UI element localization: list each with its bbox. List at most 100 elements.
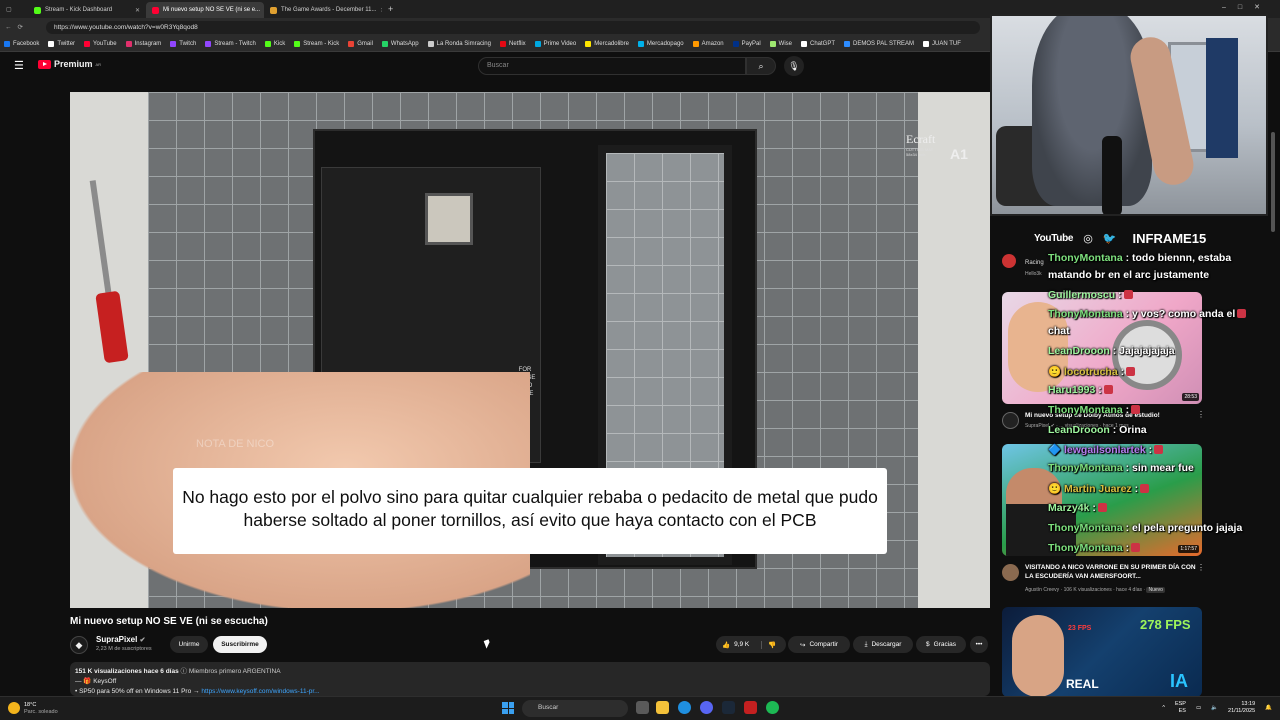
video-player[interactable]: Ecraft CUTTING MAT 58x34 inch A1 FOR THO… — [70, 92, 990, 608]
dislike-icon[interactable]: 👎 — [761, 640, 776, 649]
chat-text: : todo biennn, estaba — [1122, 252, 1232, 264]
bookmark-item[interactable]: ChatGPT — [801, 40, 835, 47]
logo-country: AR — [95, 61, 102, 67]
task-view-icon[interactable] — [636, 701, 649, 714]
bookmark-label: WhatsApp — [390, 40, 419, 47]
bookmark-item[interactable]: JUAN TUF — [923, 40, 961, 47]
language-indicator[interactable]: ESP ES — [1175, 701, 1186, 715]
download-icon: ⤓ — [864, 640, 868, 648]
new-tab-icon[interactable]: + — [382, 4, 393, 14]
close-tab-icon[interactable]: ✕ — [135, 7, 140, 14]
chat-text: : — [1115, 289, 1122, 301]
bookmark-item[interactable]: Gmail — [348, 40, 373, 47]
notifications-icon[interactable]: 🔔 — [1265, 705, 1272, 711]
bookmark-label: Twitch — [179, 40, 197, 47]
bookmark-item[interactable]: Prime Video — [534, 40, 576, 47]
bookmark-item[interactable]: Facebook — [4, 40, 39, 47]
chat-message: LeanDrooon : Jajajajajaja — [1048, 345, 1175, 357]
like-count[interactable]: 9,9 K — [734, 641, 749, 648]
bookmark-label: Twitter — [57, 40, 76, 47]
page-scrollbar[interactable] — [1270, 52, 1276, 694]
taskbar-search[interactable]: Buscar — [522, 700, 628, 717]
verified-icon: ✔ — [139, 637, 146, 644]
network-icon[interactable]: ▭ — [1196, 705, 1201, 711]
file-explorer-icon[interactable] — [656, 701, 669, 714]
bookmark-label: Mercadopago — [646, 40, 684, 47]
emote-icon — [1140, 484, 1150, 493]
bookmark-item[interactable]: Netflix — [499, 40, 526, 47]
steam-icon[interactable] — [722, 701, 735, 714]
navigation-icons[interactable]: ←⟳ — [0, 23, 46, 31]
more-actions-button[interactable]: ••• — [970, 636, 988, 653]
bookmark-favicon-icon — [264, 40, 271, 47]
tab-game-awards[interactable]: The Game Awards - December 11... ✕ — [264, 2, 382, 18]
weather-widget[interactable]: 18°C Parc. soleado — [8, 702, 58, 716]
bookmark-item[interactable]: Stream - Twitch — [205, 40, 256, 47]
start-button[interactable] — [502, 702, 514, 714]
chat-username: 🙂 locotrucha — [1048, 366, 1118, 378]
thanks-button[interactable]: $ Gracias — [916, 636, 966, 653]
chat-username: Haru1993 — [1048, 384, 1096, 396]
bookmark-label: Amazon — [701, 40, 724, 47]
bookmark-item[interactable]: DEMOS PAL STREAM — [844, 40, 914, 47]
bookmark-label: Instagram — [134, 40, 162, 47]
discord-icon[interactable] — [700, 701, 713, 714]
bookmark-item[interactable]: WhatsApp — [381, 40, 419, 47]
bookmark-favicon-icon — [801, 40, 807, 47]
channel-name[interactable]: SupraPixel ✔ — [96, 635, 145, 644]
url-field[interactable]: https://www.youtube.com/watch?v=w0R3Yq8q… — [46, 20, 980, 34]
window-controls[interactable]: –□✕ — [1222, 3, 1272, 11]
youtube-favicon-icon — [152, 6, 159, 14]
tab-actions-icon[interactable]: ▢ — [0, 6, 28, 13]
search-button[interactable]: ⌕ — [746, 57, 776, 75]
volume-icon[interactable]: 🔈 — [1211, 705, 1218, 711]
bookmark-favicon-icon — [637, 40, 644, 47]
bookmark-item[interactable]: Mercadolibre — [585, 40, 629, 47]
bookmark-item[interactable]: Instagram — [125, 40, 162, 47]
subscribe-button[interactable]: Suscribirme — [213, 636, 267, 653]
stream-chat-overlay: ThonyMontana : todo biennn, estaba matand… — [1048, 252, 1274, 692]
bookmark-item[interactable]: Mercadopago — [637, 40, 684, 47]
edge-browser-icon[interactable] — [678, 701, 691, 714]
channel-avatar[interactable] — [1002, 254, 1016, 268]
chat-text: chat — [1048, 325, 1070, 337]
screwdriver-shaft — [89, 180, 113, 300]
chat-text: : — [1089, 502, 1096, 514]
tray-overflow-icon[interactable]: ^ — [1162, 705, 1165, 711]
bookmark-favicon-icon — [499, 40, 506, 47]
racing-app-icon[interactable] — [744, 701, 757, 714]
lang-region: ES — [1178, 708, 1186, 714]
bookmark-item[interactable]: YouTube — [84, 40, 117, 47]
spotify-icon[interactable] — [766, 701, 779, 714]
bookmark-item[interactable]: Stream - Kick — [294, 40, 339, 47]
video-subtitle: No hago esto por el polvo sino para quit… — [173, 468, 887, 554]
tab-kick-dashboard[interactable]: Stream - Kick Dashboard ✕ — [28, 2, 146, 18]
channel-avatar[interactable] — [1002, 412, 1019, 429]
bookmark-item[interactable]: Twitter — [48, 40, 76, 47]
search-input[interactable]: Buscar — [478, 57, 746, 75]
tab-youtube-video[interactable]: Mi nuevo setup NO SE VE (ni se e... ✕ — [146, 2, 264, 18]
share-button[interactable]: ↪ Compartir — [788, 636, 850, 653]
hamburger-menu-icon[interactable]: ☰ — [14, 59, 25, 72]
scrollbar-thumb[interactable] — [1271, 132, 1275, 232]
channel-avatar[interactable]: ◆ — [70, 636, 88, 654]
join-button[interactable]: Unirme — [170, 636, 208, 653]
bookmark-favicon-icon — [844, 40, 851, 47]
bookmark-item[interactable]: Amazon — [692, 40, 724, 47]
chat-message: 🙂 Martin Juarez : — [1048, 482, 1150, 495]
chat-message: Marzy4k : — [1048, 502, 1107, 514]
bookmark-item[interactable]: Wise — [769, 40, 792, 47]
download-button[interactable]: ⤓ Descargar — [853, 636, 913, 653]
youtube-premium-logo[interactable]: Premium AR — [38, 59, 101, 69]
bookmark-item[interactable]: Twitch — [170, 40, 197, 47]
voice-search-button[interactable]: 🎙 — [784, 56, 804, 76]
bookmark-item[interactable]: Kick — [264, 40, 285, 47]
clock[interactable]: 13:19 21/11/2025 — [1228, 701, 1255, 715]
bookmark-item[interactable]: PayPal — [732, 40, 761, 47]
promo-link[interactable]: https://www.keysoff.com/windows-11-pr... — [201, 688, 319, 695]
channel-avatar[interactable] — [1002, 564, 1019, 581]
microphone-icon: 🎙 — [788, 61, 800, 71]
like-icon[interactable]: 👍 — [722, 641, 730, 649]
description-box[interactable]: 151 K visualizaciones hace 6 días ⓘ Miem… — [70, 662, 990, 696]
bookmark-item[interactable]: La Ronda Simracing — [427, 40, 491, 47]
